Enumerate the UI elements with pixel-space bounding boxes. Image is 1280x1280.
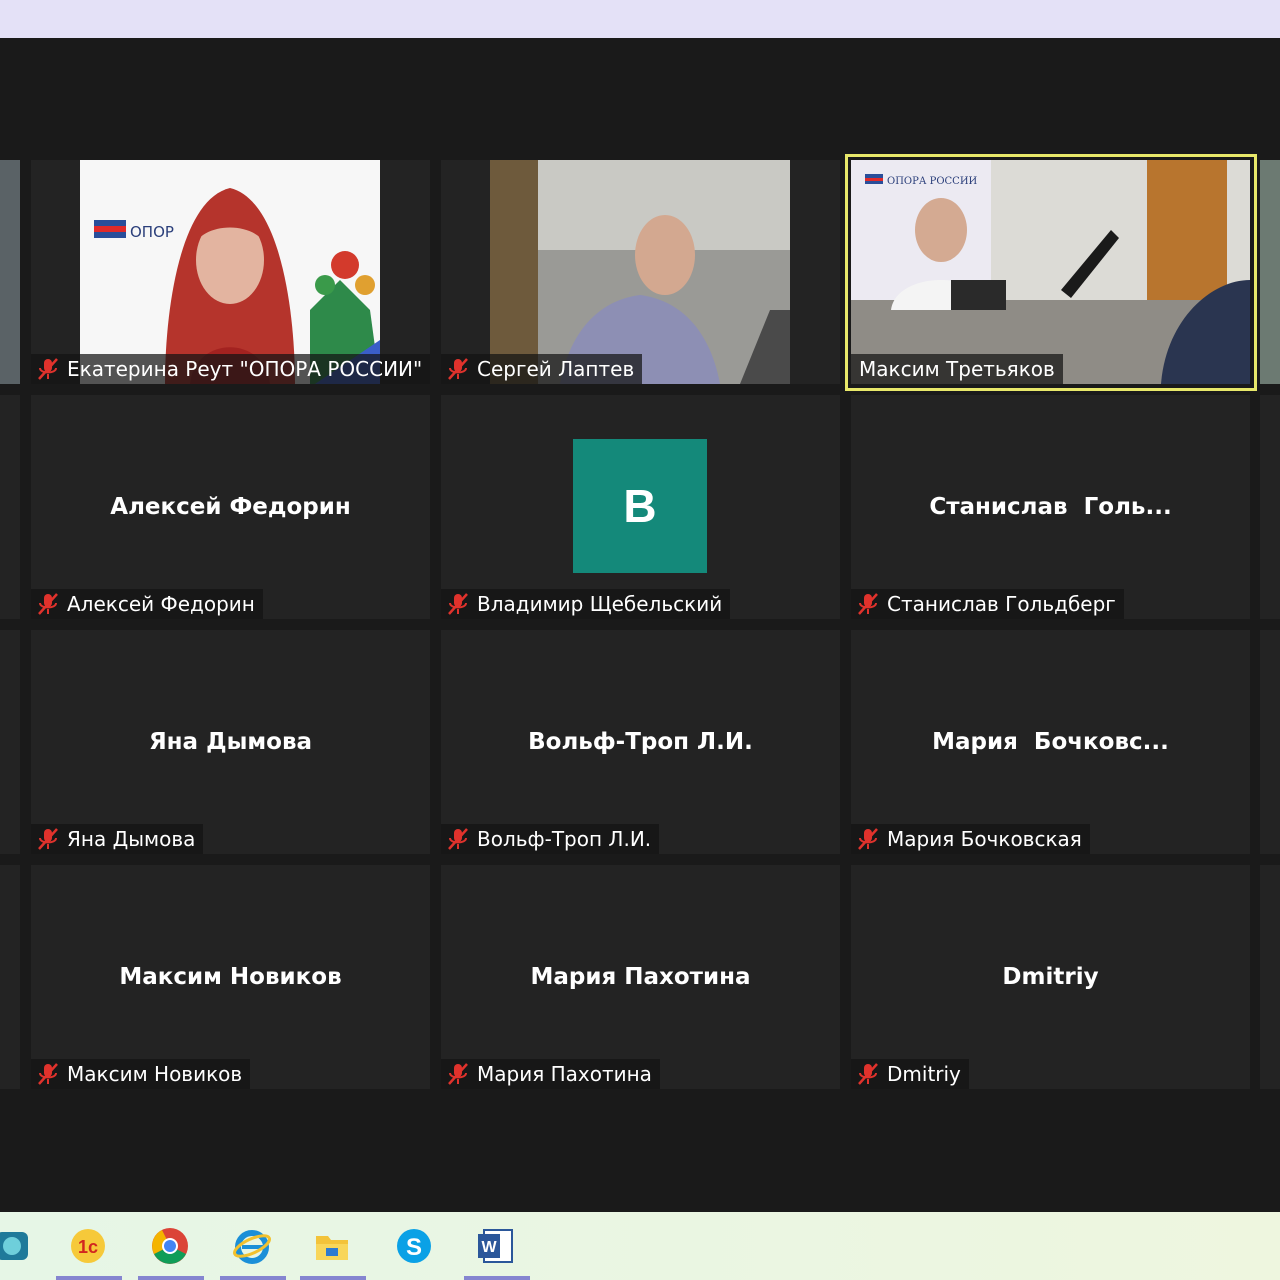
- participant-video: [490, 160, 790, 384]
- svg-text:1c: 1c: [78, 1237, 98, 1257]
- participant-name: Максим Новиков: [67, 1062, 243, 1086]
- mic-muted-icon: [38, 828, 58, 850]
- taskbar-active-indicator: [464, 1276, 530, 1280]
- skype-icon[interactable]: S: [394, 1226, 434, 1266]
- participant-center-name: Максим Новиков: [119, 964, 342, 990]
- taskbar-active-indicator: [138, 1276, 204, 1280]
- participant-name-label: Вольф-Троп Л.И.: [441, 824, 660, 854]
- participant-name-label: Екатерина Реут "ОПОРА РОССИИ": [31, 354, 430, 384]
- participant-tile-pakhotina[interactable]: Мария Пахотина Мария Пахотина: [441, 865, 840, 1089]
- participant-center-name: Мария Пахотина: [530, 964, 751, 990]
- participant-tile-goldberg[interactable]: Станислав Голь... Станислав Гольдберг: [851, 395, 1250, 619]
- participant-name: Владимир Щебельский: [477, 592, 723, 616]
- window-title-bar: [0, 0, 1280, 38]
- participant-center-name: Алексей Федорин: [110, 494, 351, 520]
- mic-muted-icon: [38, 358, 58, 380]
- participant-name-label: Яна Дымова: [31, 824, 204, 854]
- mic-muted-icon: [858, 593, 878, 615]
- participant-name-label: Максим Новиков: [31, 1059, 251, 1089]
- offscreen-tile[interactable]: [0, 630, 20, 854]
- mic-muted-icon: [38, 1063, 58, 1085]
- mic-muted-icon: [858, 828, 878, 850]
- offscreen-tile[interactable]: [1260, 630, 1280, 854]
- participant-tile-fedorin[interactable]: Алексей Федорин Алексей Федорин: [31, 395, 430, 619]
- taskbar: 1c S W: [0, 1212, 1280, 1280]
- participant-center-name: Мария Бочковс...: [932, 729, 1169, 755]
- offscreen-tile[interactable]: [0, 865, 20, 1089]
- participant-name: Сергей Лаптев: [477, 357, 635, 381]
- participant-tile-volftrop[interactable]: Вольф-Троп Л.И. Вольф-Троп Л.И.: [441, 630, 840, 854]
- mic-muted-icon: [448, 828, 468, 850]
- participant-tile-dmitriy[interactable]: Dmitriy Dmitriy: [851, 865, 1250, 1089]
- taskbar-active-indicator: [300, 1276, 366, 1280]
- 1c-icon[interactable]: 1c: [68, 1226, 108, 1266]
- participant-name: Вольф-Троп Л.И.: [477, 827, 652, 851]
- participant-name: Dmitriy: [887, 1062, 961, 1086]
- taskbar-active-indicator: [220, 1276, 286, 1280]
- participant-name: Алексей Федорин: [67, 592, 255, 616]
- participant-name-label: Dmitriy: [851, 1059, 969, 1089]
- participant-tile-dymova[interactable]: Яна Дымова Яна Дымова: [31, 630, 430, 854]
- offscreen-tile[interactable]: [1260, 865, 1280, 1089]
- participant-tile-shchebelsky[interactable]: В Владимир Щебельский: [441, 395, 840, 619]
- participant-video: ОПОР: [80, 160, 380, 384]
- svg-text:S: S: [406, 1234, 422, 1261]
- app-icon[interactable]: [0, 1226, 32, 1266]
- mic-muted-icon: [448, 358, 468, 380]
- participant-name-label: Сергей Лаптев: [441, 354, 643, 384]
- mic-muted-icon: [448, 593, 468, 615]
- active-speaker-highlight: [845, 154, 1257, 391]
- participant-name-label: Владимир Щебельский: [441, 589, 731, 619]
- participant-center-name: Яна Дымова: [148, 729, 313, 755]
- chrome-icon[interactable]: [150, 1226, 190, 1266]
- participant-tile-laptev[interactable]: Сергей Лаптев: [441, 160, 840, 384]
- participant-avatar: В: [573, 439, 707, 573]
- participant-name-label: Мария Пахотина: [441, 1059, 660, 1089]
- taskbar-active-indicator: [56, 1276, 122, 1280]
- logo-text: ОПОР: [130, 223, 174, 241]
- participant-tile-reut[interactable]: ОПОР Екатерина Реут "ОПОРА РОССИИ": [31, 160, 430, 384]
- participant-center-name: Вольф-Троп Л.И.: [528, 729, 753, 755]
- file-explorer-icon[interactable]: [312, 1226, 352, 1266]
- participant-name: Мария Бочковская: [887, 827, 1082, 851]
- participant-tile-bochkovskaya[interactable]: Мария Бочковс... Мария Бочковская: [851, 630, 1250, 854]
- offscreen-tile[interactable]: [1260, 160, 1280, 384]
- participant-center-name: Dmitriy: [1002, 964, 1099, 990]
- participant-name: Яна Дымова: [67, 827, 196, 851]
- participant-name-label: Станислав Гольдберг: [851, 589, 1124, 619]
- participant-tile-novikov[interactable]: Максим Новиков Максим Новиков: [31, 865, 430, 1089]
- participant-name: Екатерина Реут "ОПОРА РОССИИ": [67, 357, 423, 381]
- participant-name: Станислав Гольдберг: [887, 592, 1116, 616]
- offscreen-tile[interactable]: [1260, 395, 1280, 619]
- video-gallery: ОПОР Екатерина Реут "ОПОРА РОССИИ" Серге…: [0, 38, 1280, 1212]
- ie-icon[interactable]: [232, 1226, 272, 1266]
- mic-muted-icon: [38, 593, 58, 615]
- offscreen-tile[interactable]: [0, 160, 20, 384]
- word-icon[interactable]: W: [476, 1226, 516, 1266]
- svg-text:W: W: [481, 1239, 497, 1256]
- participant-name: Мария Пахотина: [477, 1062, 652, 1086]
- offscreen-tile[interactable]: [0, 395, 20, 619]
- mic-muted-icon: [858, 1063, 878, 1085]
- participant-name-label: Мария Бочковская: [851, 824, 1090, 854]
- participant-center-name: Станислав Голь...: [929, 494, 1172, 520]
- participant-name-label: Алексей Федорин: [31, 589, 263, 619]
- mic-muted-icon: [448, 1063, 468, 1085]
